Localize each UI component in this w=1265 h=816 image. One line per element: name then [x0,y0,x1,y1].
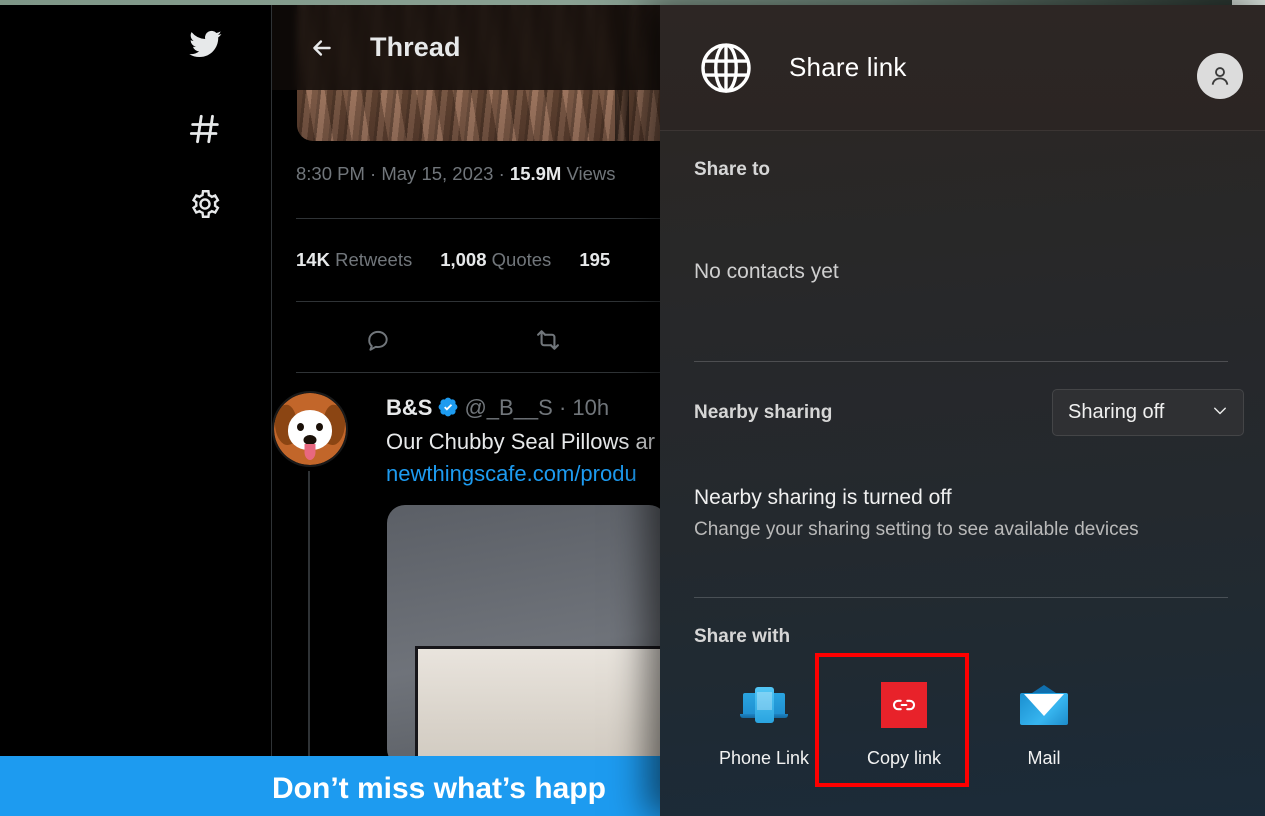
nearby-sharing-selected-value: Sharing off [1068,401,1165,423]
meta-sep-1: · [364,163,382,184]
share-target-label: Copy link [866,748,942,768]
verified-badge-icon [437,396,459,424]
screen: Thread 8:30 PM · May 15, 2023 · 15.9M Vi… [0,0,1265,816]
share-to-label: Share to [694,159,771,180]
tweet-date: May 15, 2023 [381,163,494,184]
signup-banner-text: Don’t miss what’s happ [272,771,606,805]
share-target-phone-link[interactable]: Phone Link [694,665,834,769]
twitter-bird-icon[interactable] [181,20,229,68]
likes-count: 195 [579,249,611,270]
nearby-sharing-status-subtitle: Change your sharing setting to see avail… [694,519,1139,540]
views-label: Views [566,163,616,184]
avatar[interactable] [272,391,348,467]
hashtag-icon[interactable] [181,105,229,153]
reply-tweet-text: Our Chubby Seal Pillows ar [386,429,656,454]
reply-tweet-photo[interactable] [387,505,667,767]
share-target-copy-link[interactable]: Copy link [834,665,974,769]
phone-link-app-icon [740,681,788,729]
nearby-sharing-label: Nearby sharing [694,402,833,423]
comment-icon[interactable] [356,318,400,362]
reply-display-name[interactable]: B&S [386,395,432,420]
photo-panel [415,646,667,767]
reply-time-ago: 10h [572,395,610,420]
mail-envelope-icon [1020,681,1068,729]
share-targets-list: Phone Link Copy link Mail [694,665,1114,769]
reply-handle[interactable]: @_B__S [464,395,552,420]
gear-icon[interactable] [181,180,229,228]
reply-tweet-author-row: B&S @_B__S · 10h [386,395,609,424]
retweets-label[interactable]: Retweets [335,249,412,270]
nearby-sharing-dropdown[interactable]: Sharing off [1052,389,1244,436]
quotes-count: 1,008 [440,249,487,270]
divider [694,361,1228,362]
quotes-label[interactable]: Quotes [492,249,552,270]
views-count: 15.9M [509,163,562,184]
divider [694,597,1228,598]
page-title: Thread [370,32,461,62]
tweet-time: 8:30 PM [296,163,365,184]
link-chain-icon [880,681,928,729]
back-arrow-icon[interactable] [300,26,344,70]
meta-sep-2: · [493,163,510,184]
retweets-count: 14K [296,249,330,270]
reply-tweet-link[interactable]: newthingscafe.com/produ [386,461,637,487]
share-target-label: Mail [1027,748,1061,768]
share-target-label: Phone Link [718,748,810,768]
thread-connector-line [308,471,310,767]
share-with-label: Share with [694,626,791,647]
reply-sep: · [552,395,573,420]
chevron-down-icon [1211,401,1229,424]
twitter-sidebar-rail [0,5,271,816]
no-contacts-text: No contacts yet [694,260,839,283]
nearby-sharing-status-title: Nearby sharing is turned off [694,486,952,509]
retweet-icon[interactable] [526,318,570,362]
share-target-mail[interactable]: Mail [974,665,1114,769]
